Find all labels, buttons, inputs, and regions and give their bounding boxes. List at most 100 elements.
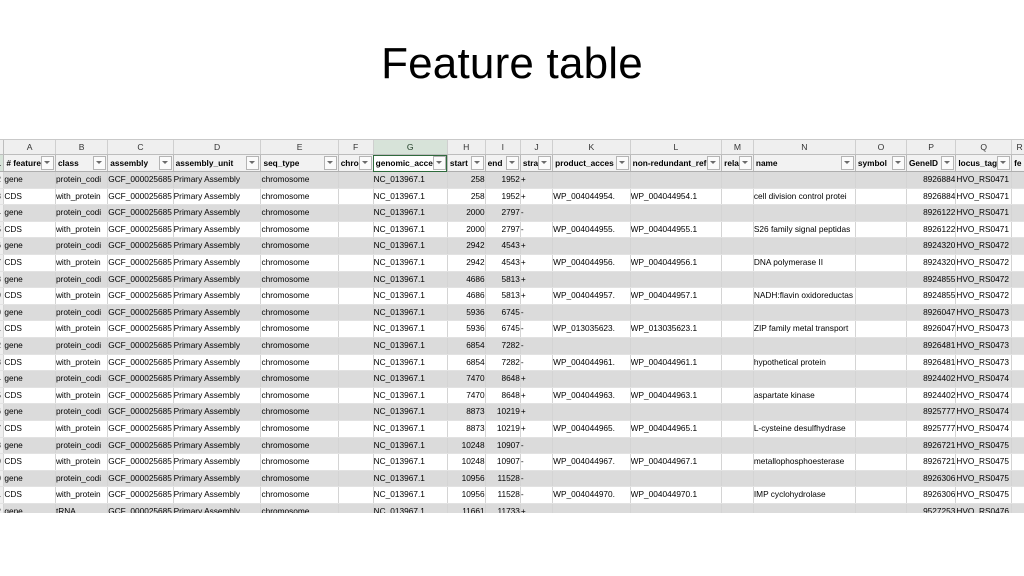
cell-product_accession[interactable] [552,370,631,388]
column-letter-l[interactable]: L [630,140,723,155]
cell-assembly[interactable]: GCF_000025685 [107,171,174,189]
cell-end[interactable]: 2797 [485,204,521,222]
cell-feature_interval_length[interactable] [1011,370,1024,388]
cell-assembly_unit[interactable]: Primary Assembly [173,188,262,206]
table-row[interactable]: 3CDSwith_proteinGCF_000025685Primary Ass… [0,188,1024,206]
cell-name[interactable]: aspartate kinase [753,387,856,405]
cell-assembly_unit[interactable]: Primary Assembly [173,354,262,372]
cell-assembly[interactable]: GCF_000025685 [107,254,174,272]
column-header-end[interactable]: end [485,154,521,172]
cell-GeneID[interactable]: 8924402 [906,370,957,388]
cell-feature[interactable]: CDS [3,486,56,504]
cell-GeneID[interactable]: 8926721 [906,453,957,471]
table-row[interactable]: 4geneprotein_codiGCF_000025685Primary As… [0,370,1024,388]
cell-feature[interactable]: gene [3,204,56,222]
cell-locus_tag[interactable]: HVO_RS0474 [955,387,1013,405]
cell-related_accession[interactable] [721,337,754,355]
cell-locus_tag[interactable]: HVO_RS0473 [955,304,1013,322]
cell-assembly[interactable]: GCF_000025685 [107,271,174,289]
cell-feature[interactable]: gene [3,437,56,455]
cell-non_redundant_refseq[interactable]: WP_004044967.1 [630,453,723,471]
cell-start[interactable]: 7470 [447,370,486,388]
cell-locus_tag[interactable]: HVO_RS0473 [955,320,1013,338]
cell-feature_interval_length[interactable] [1011,287,1024,305]
cell-feature_interval_length[interactable] [1011,204,1024,222]
cell-assembly_unit[interactable]: Primary Assembly [173,254,262,272]
cell-assembly_unit[interactable]: Primary Assembly [173,453,262,471]
cell-name[interactable] [753,204,856,222]
cell-chromosome[interactable] [338,453,374,471]
cell-locus_tag[interactable]: HVO_RS0472 [955,254,1013,272]
cell-GeneID[interactable]: 8926047 [906,320,957,338]
cell-GeneID[interactable]: 8926047 [906,304,957,322]
cell-feature_interval_length[interactable] [1011,304,1024,322]
cell-genomic_accession[interactable]: NC_013967.1 [373,453,448,471]
column-letter-p[interactable]: P [906,140,957,155]
column-letter-b[interactable]: B [55,140,109,155]
column-header-feature[interactable]: # feature [3,154,56,172]
cell-chromosome[interactable] [338,354,374,372]
table-row[interactable]: 2geneprotein_codiGCF_000025685Primary As… [0,171,1024,189]
filter-dropdown-icon[interactable] [891,156,905,170]
cell-name[interactable] [753,337,856,355]
cell-locus_tag[interactable]: HVO_RS0475 [955,486,1013,504]
cell-end[interactable]: 10219 [485,403,521,421]
table-row[interactable]: 7CDSwith_proteinGCF_000025685Primary Ass… [0,254,1024,272]
cell-feature_interval_length[interactable] [1011,237,1024,255]
column-header-chromosome[interactable]: chro [338,154,374,172]
cell-symbol[interactable] [855,453,907,471]
cell-chromosome[interactable] [338,171,374,189]
cell-strand[interactable]: - [520,486,554,504]
cell-name[interactable] [753,271,856,289]
cell-assembly[interactable]: GCF_000025685 [107,387,174,405]
cell-feature[interactable]: CDS [3,420,56,438]
cell-non_redundant_refseq[interactable] [630,403,723,421]
cell-start[interactable]: 7470 [447,387,486,405]
cell-name[interactable]: metallophosphoesterase [753,453,856,471]
column-header-GeneID[interactable]: GeneID [906,154,957,172]
cell-assembly[interactable]: GCF_000025685 [107,204,174,222]
table-row[interactable]: 9CDSwith_proteinGCF_000025685Primary Ass… [0,287,1024,305]
cell-symbol[interactable] [855,188,907,206]
filter-dropdown-icon[interactable] [432,156,446,170]
cell-non_redundant_refseq[interactable] [630,171,723,189]
cell-genomic_accession[interactable]: NC_013967.1 [373,370,448,388]
cell-chromosome[interactable] [338,221,374,239]
cell-seq_type[interactable]: chromosome [260,237,339,255]
cell-chromosome[interactable] [338,337,374,355]
cell-symbol[interactable] [855,370,907,388]
cell-assembly[interactable]: GCF_000025685 [107,453,174,471]
cell-feature[interactable]: gene [3,370,56,388]
cell-end[interactable]: 6745 [485,320,521,338]
cell-strand[interactable]: - [520,453,554,471]
cell-locus_tag[interactable]: HVO_RS0474 [955,370,1013,388]
cell-feature[interactable]: gene [3,304,56,322]
cell-strand[interactable]: + [520,420,554,438]
cell-feature_interval_length[interactable] [1011,387,1024,405]
cell-symbol[interactable] [855,254,907,272]
cell-assembly_unit[interactable]: Primary Assembly [173,204,262,222]
table-row[interactable]: 7CDSwith_proteinGCF_000025685Primary Ass… [0,420,1024,438]
cell-name[interactable]: hypothetical protein [753,354,856,372]
cell-chromosome[interactable] [338,188,374,206]
filter-dropdown-icon[interactable] [323,156,337,170]
cell-class[interactable]: with_protein [55,486,109,504]
cell-start[interactable]: 6854 [447,337,486,355]
cell-genomic_accession[interactable]: NC_013967.1 [373,437,448,455]
column-letter-r[interactable]: R [1011,140,1024,155]
cell-product_accession[interactable] [552,271,631,289]
cell-assembly[interactable]: GCF_000025685 [107,354,174,372]
cell-strand[interactable]: - [520,304,554,322]
cell-end[interactable]: 10219 [485,420,521,438]
cell-symbol[interactable] [855,171,907,189]
table-row[interactable]: 8geneprotein_codiGCF_000025685Primary As… [0,271,1024,289]
cell-strand[interactable]: + [520,287,554,305]
table-row[interactable]: 8geneprotein_codiGCF_000025685Primary As… [0,437,1024,455]
cell-non_redundant_refseq[interactable]: WP_004044965.1 [630,420,723,438]
column-letter-m[interactable]: M [721,140,754,155]
cell-start[interactable]: 4686 [447,287,486,305]
column-letter-a[interactable]: A [3,140,56,155]
cell-assembly[interactable]: GCF_000025685 [107,337,174,355]
cell-end[interactable]: 5813 [485,287,521,305]
cell-locus_tag[interactable]: HVO_RS0473 [955,337,1013,355]
